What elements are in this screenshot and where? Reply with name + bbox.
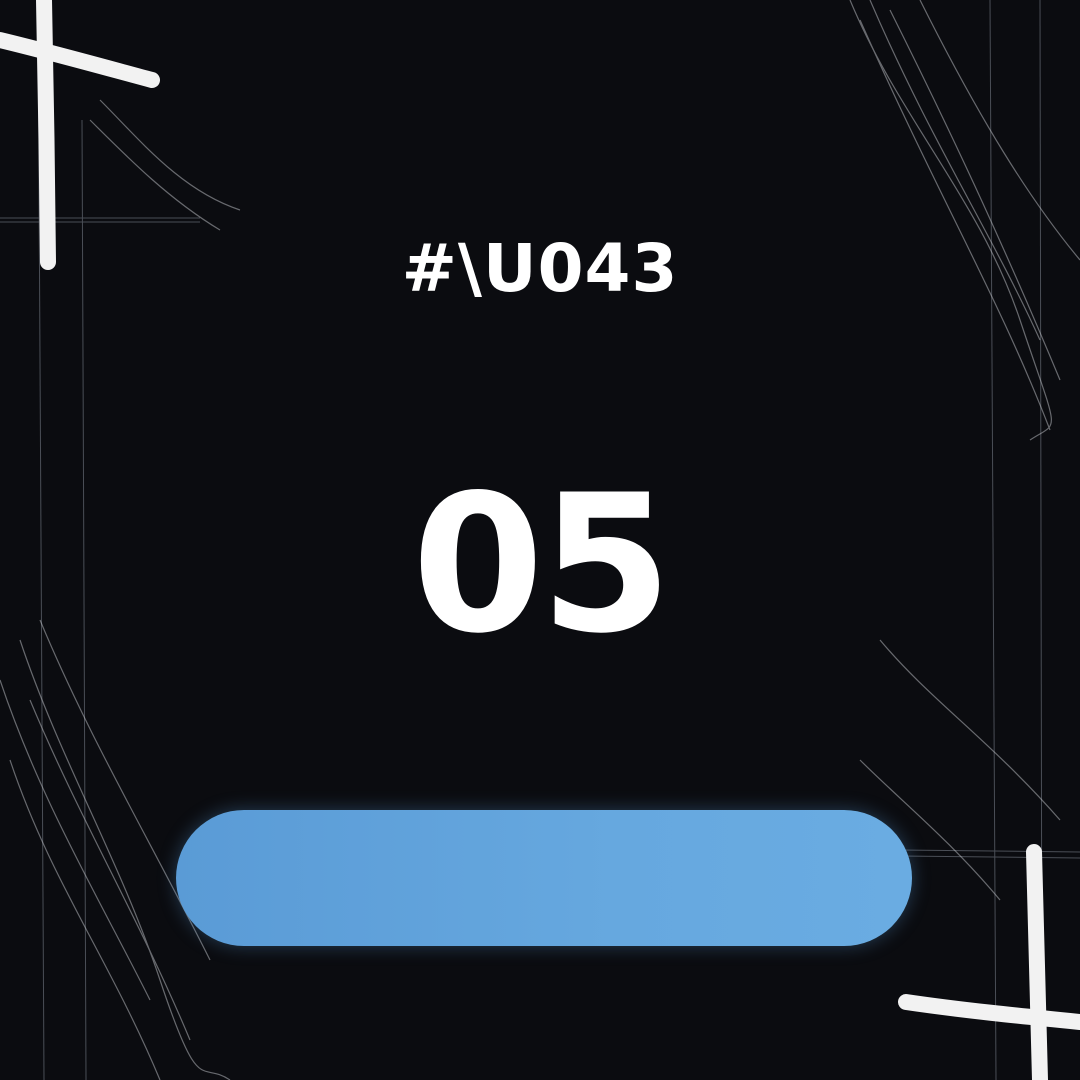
- plus-sign-icon: [0, 0, 160, 270]
- step-number: 05: [411, 454, 672, 675]
- pill-shape: [176, 810, 912, 946]
- plus-sign-icon: [898, 844, 1080, 1080]
- tag-label: #\U043: [401, 230, 679, 307]
